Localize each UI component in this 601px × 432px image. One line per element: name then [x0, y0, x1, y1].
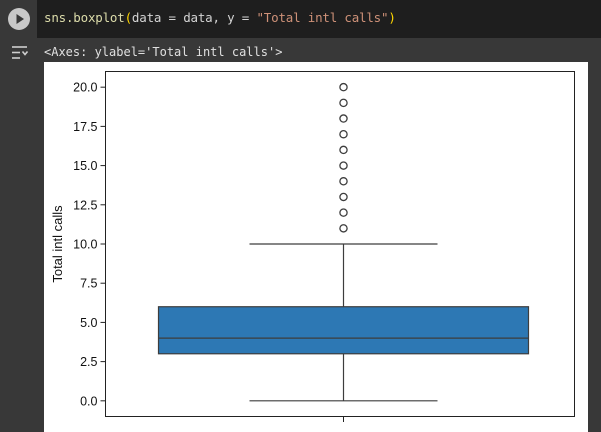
- outlier-point: [339, 114, 348, 123]
- outlier-point: [339, 208, 348, 217]
- y-tick-label: 5.0: [80, 316, 97, 330]
- iqr-box: [157, 306, 530, 355]
- y-tick-label: 10.0: [73, 238, 97, 252]
- y-tick-label: 0.0: [80, 394, 97, 408]
- code-string-arg: "Total intl calls": [256, 10, 389, 25]
- outlier-point: [339, 192, 348, 202]
- code-open-paren: (: [124, 10, 133, 25]
- outlier-point: [339, 161, 348, 170]
- output-repr-text: <Axes: ylabel='Total intl calls'>: [44, 45, 283, 59]
- play-icon: [16, 14, 24, 24]
- y-tick-label: 7.5: [80, 277, 97, 291]
- code-close-paren: ): [388, 10, 396, 25]
- output-toggle-button[interactable]: [10, 43, 30, 63]
- y-tick-label: 15.0: [73, 159, 97, 173]
- y-axis-label: Total intl calls: [50, 205, 65, 283]
- boxplot-chart: 0.0 2.5 5.0 7.5 10.0 12.5 15.0 17.5 20.0 Total i…: [50, 71, 575, 422]
- outlier-point: [339, 177, 348, 186]
- outlier-point: [339, 145, 348, 155]
- code-editor[interactable]: sns.boxplot(data = data, y = "Total intl…: [37, 0, 601, 38]
- notebook-cell: sns.boxplot(data = data, y = "Total intl…: [0, 0, 601, 432]
- outlier-point: [339, 82, 348, 92]
- y-tick-label: 2.5: [80, 355, 97, 369]
- output-collapse-icon: [12, 46, 29, 59]
- code-function: sns.boxplot: [44, 10, 125, 25]
- outlier-point: [339, 129, 348, 139]
- y-tick-label: 20.0: [73, 81, 97, 95]
- y-tick-label: 17.5: [73, 120, 97, 134]
- code-args: data = data, y =: [131, 10, 257, 25]
- outlier-point: [339, 98, 348, 108]
- code-line[interactable]: sns.boxplot(data = data, y = "Total intl…: [44, 10, 396, 25]
- boxplot-figure: 0.0 2.5 5.0 7.5 10.0 12.5 15.0 17.5 20.0 Total i…: [44, 62, 588, 432]
- y-axis-ticks: 0.0 2.5 5.0 7.5 10.0 12.5 15.0 17.5 20.0: [73, 81, 106, 408]
- y-tick-label: 12.5: [73, 198, 97, 212]
- outlier-point: [339, 224, 348, 233]
- plot-area: [157, 82, 530, 402]
- run-cell-button[interactable]: [8, 8, 30, 30]
